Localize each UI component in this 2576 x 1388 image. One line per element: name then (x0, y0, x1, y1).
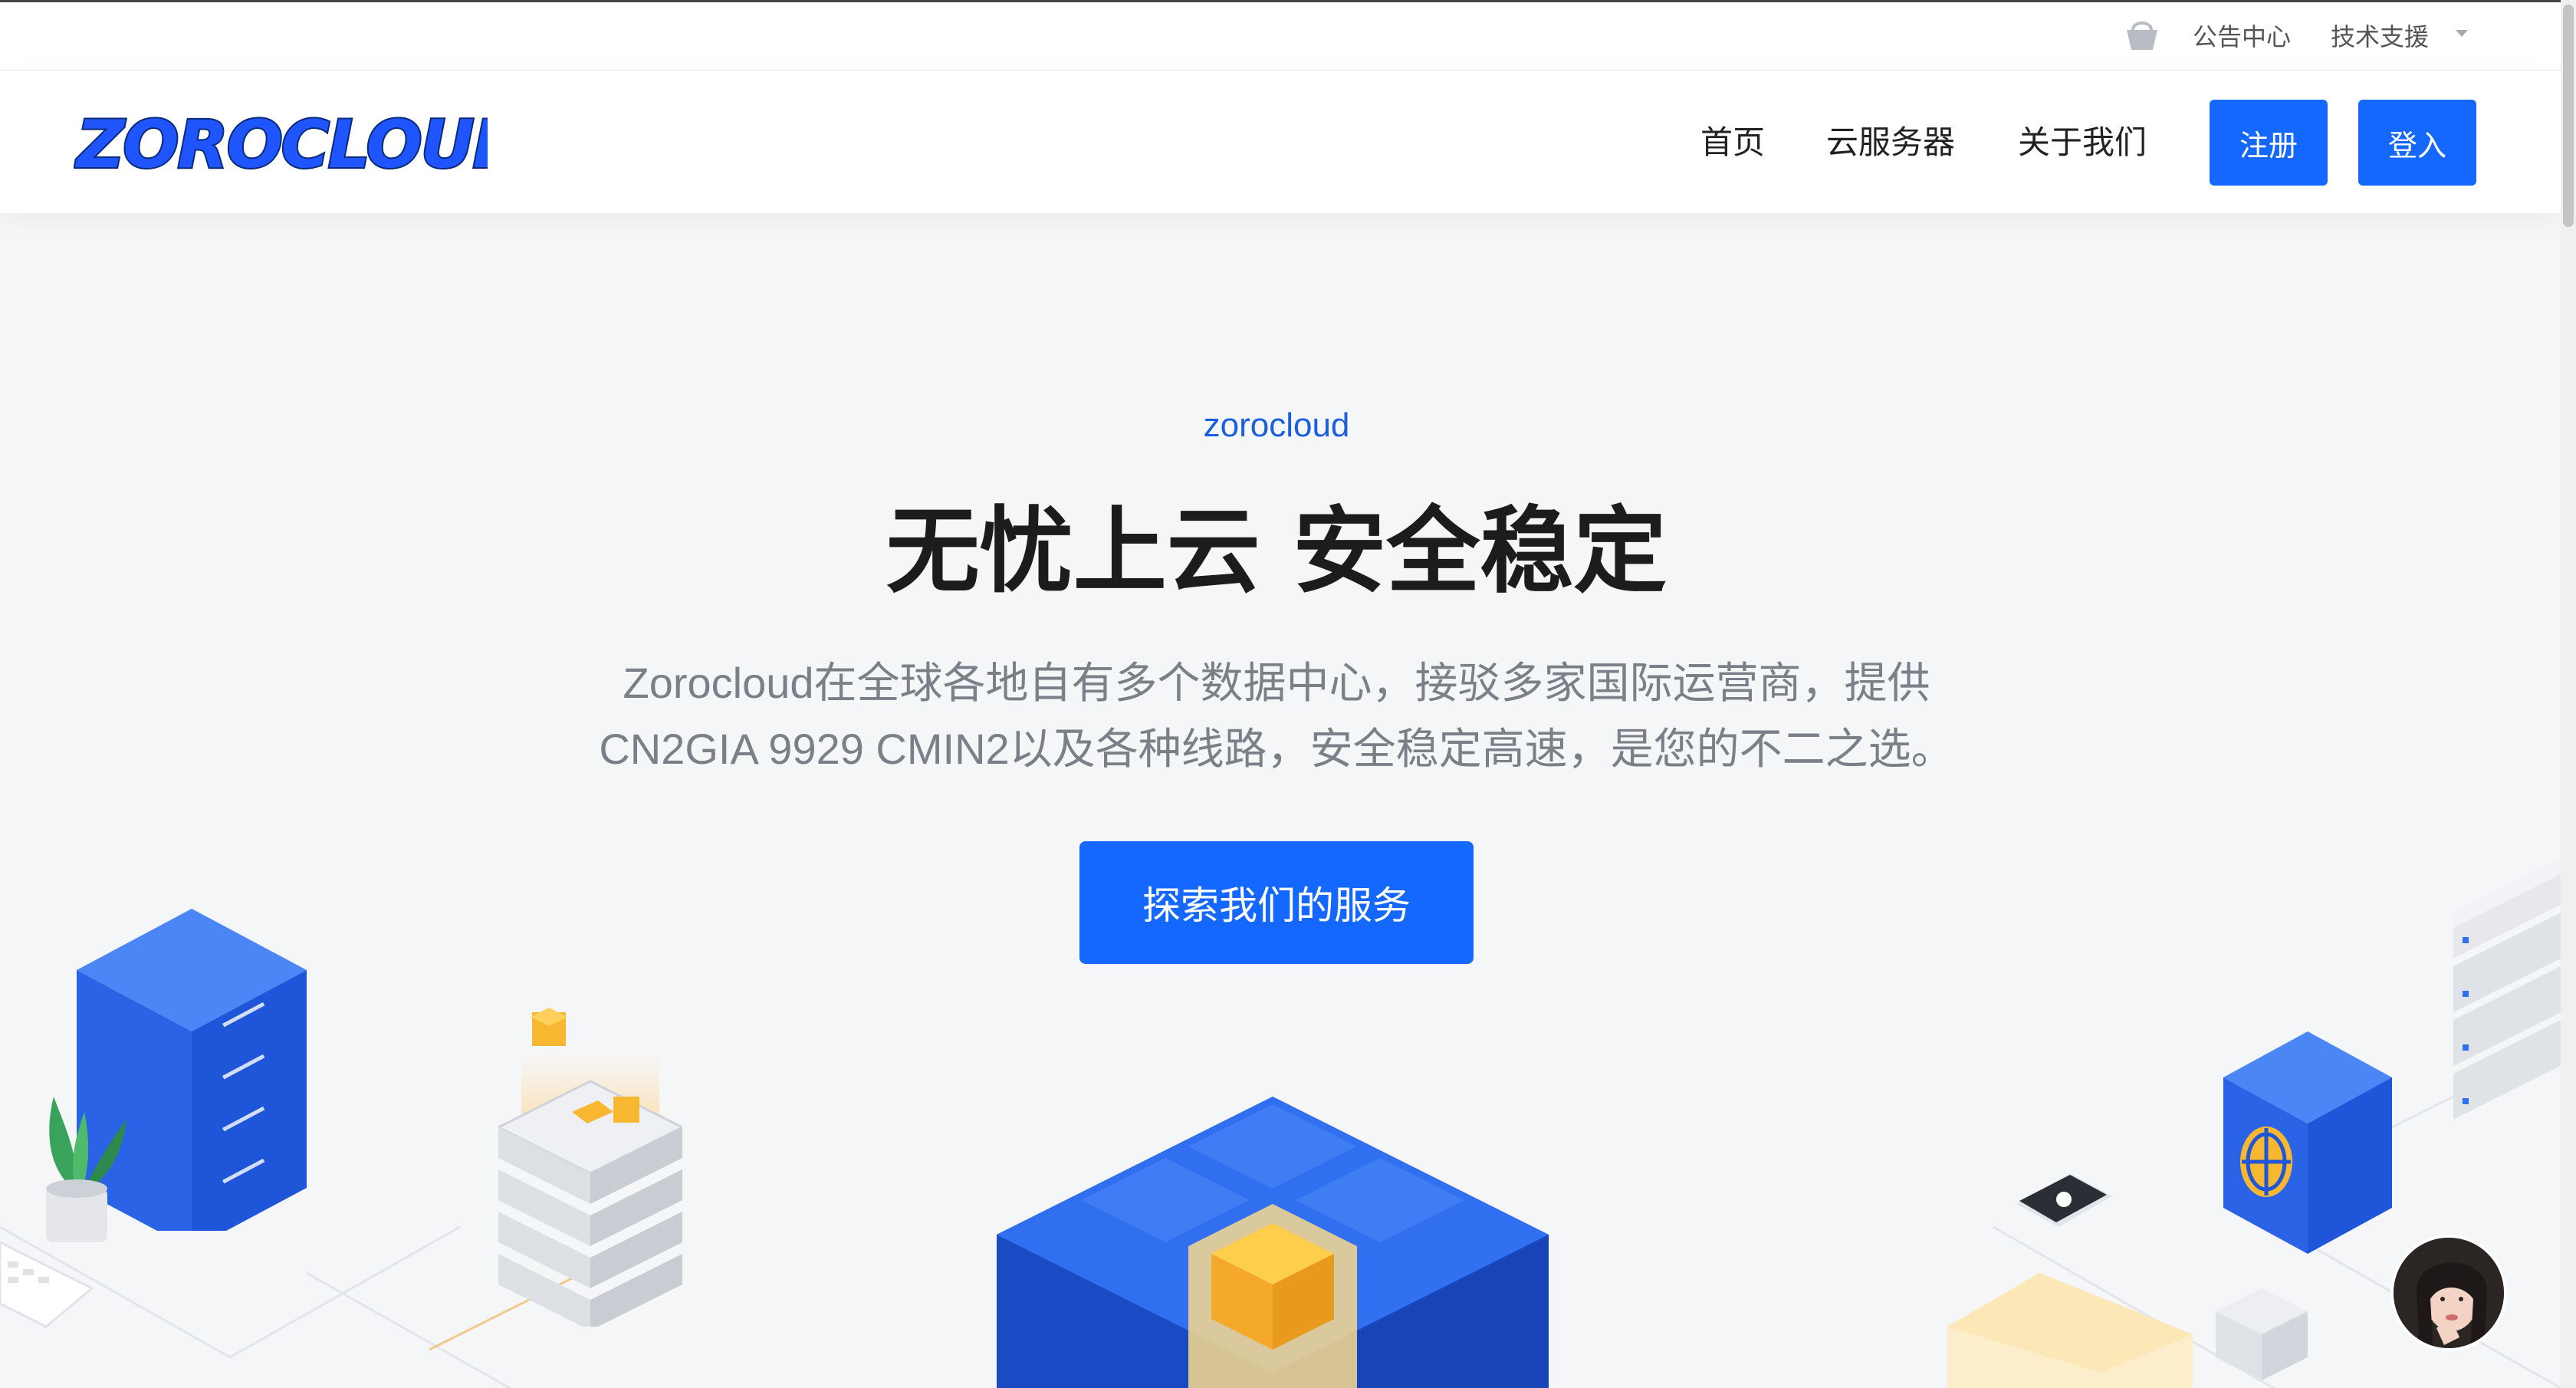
hero-description: Zorocloud在全球各地自有多个数据中心，接驳多家国际运营商，提供 CN2G… (544, 650, 2009, 782)
tech-support-menu[interactable]: 技术支援 (2331, 18, 2429, 53)
server-rack-right-illustration (2453, 859, 2561, 1120)
main-nav: ZOROCLOUD 首页 云服务器 关于我们 注册 登入 (0, 71, 2561, 213)
basket-icon[interactable] (2124, 19, 2160, 53)
storage-stack-illustration (498, 1008, 682, 1327)
hero-eyebrow: zorocloud (1203, 406, 1350, 444)
pale-boxes-illustration (1947, 1273, 2308, 1388)
notice-center-link[interactable]: 公告中心 (2193, 18, 2291, 53)
login-button[interactable]: 登入 (2358, 100, 2476, 186)
nav-cloud-server[interactable]: 云服务器 (1826, 117, 1955, 163)
hero-description-line-2: CN2GIA 9929 CMIN2以及各种线路，安全稳定高速，是您的不二之选。 (599, 725, 1954, 773)
lock-badge-illustration (2016, 1173, 2112, 1227)
register-button[interactable]: 注册 (2210, 100, 2328, 186)
explore-services-button[interactable]: 探索我们的服务 (1079, 841, 1474, 964)
hero-title: 无忧上云 安全稳定 (886, 497, 1668, 606)
keyboard-illustration (0, 1241, 94, 1328)
logo-text: ZOROCLOUD (74, 107, 488, 181)
hero-description-line-1: Zorocloud在全球各地自有多个数据中心，接驳多家国际运营商，提供 (623, 659, 1930, 707)
top-bar: 公告中心 技术支援 (0, 0, 2561, 71)
chat-support-avatar[interactable] (2390, 1235, 2507, 1351)
nav-about-us[interactable]: 关于我们 (2018, 117, 2147, 163)
caret-down-icon[interactable] (2456, 30, 2468, 37)
scrollbar-thumb[interactable] (2563, 5, 2574, 227)
globe-icon (2223, 1031, 2392, 1254)
plant-icon (46, 1097, 127, 1242)
nav-home[interactable]: 首页 (1700, 117, 1765, 163)
cube-icon (997, 1097, 1549, 1388)
logo[interactable]: ZOROCLOUD (74, 104, 488, 181)
